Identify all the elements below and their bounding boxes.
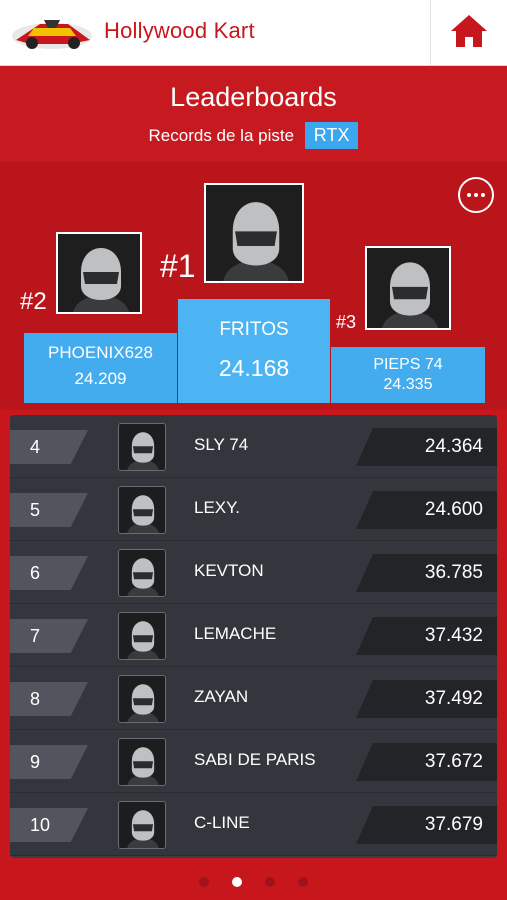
more-options-icon xyxy=(467,193,471,197)
row-name: SLY 74 xyxy=(194,435,249,454)
row-rank: 4 xyxy=(10,430,88,464)
table-row[interactable]: 7 LEMACHE 37.432 xyxy=(10,604,497,667)
helmet-avatar-icon xyxy=(118,549,166,597)
avatar-second[interactable] xyxy=(56,232,142,314)
podium-second-name: PHOENIX628 xyxy=(48,343,153,362)
row-rank: 8 xyxy=(10,682,88,716)
page-dot[interactable] xyxy=(198,877,209,887)
helmet-avatar-icon xyxy=(118,801,166,849)
table-row[interactable]: 5 LEXY. 24.600 xyxy=(10,478,497,541)
app-logo xyxy=(10,14,94,52)
table-row[interactable]: 9 SABI DE PARIS 37.672 xyxy=(10,730,497,793)
page-indicator xyxy=(0,872,507,891)
row-rank: 6 xyxy=(10,556,88,590)
podium-first-time: 24.168 xyxy=(218,355,290,381)
page-title: Leaderboards xyxy=(170,82,337,112)
helmet-avatar-icon xyxy=(118,486,166,534)
top-bar: Hollywood Kart xyxy=(0,0,507,66)
subtitle-row: Records de la piste RTX xyxy=(0,122,507,149)
app-title: Hollywood Kart xyxy=(104,18,255,43)
subtitle: Records de la piste xyxy=(148,126,295,145)
row-name: ZAYAN xyxy=(194,687,249,706)
helmet-avatar-icon xyxy=(118,738,166,786)
row-time: 37.679 xyxy=(356,806,497,844)
avatar-first[interactable] xyxy=(204,183,304,283)
home-button[interactable] xyxy=(430,0,507,66)
row-name: KEVTON xyxy=(194,561,264,580)
leaderboard-table: 4 SLY 74 24.364 5 LEXY. 24.600 6 KEVTON … xyxy=(10,415,497,858)
leaderboard-header: Leaderboards Records de la piste RTX xyxy=(0,66,507,162)
rank-second-label: #2 xyxy=(20,288,47,315)
row-time: 36.785 xyxy=(356,554,497,592)
row-rank: 10 xyxy=(10,808,88,842)
page-dot[interactable] xyxy=(298,877,309,887)
row-time: 37.492 xyxy=(356,680,497,718)
track-badge[interactable]: RTX xyxy=(304,122,359,149)
helmet-avatar-icon xyxy=(118,612,166,660)
table-row[interactable]: 6 KEVTON 36.785 xyxy=(10,541,497,604)
helmet-avatar-icon xyxy=(367,248,449,328)
row-name: SABI DE PARIS xyxy=(194,750,316,769)
row-name: LEMACHE xyxy=(194,624,277,643)
rank-third-label: #3 xyxy=(336,312,357,332)
row-time: 37.672 xyxy=(356,743,497,781)
row-time: 24.364 xyxy=(356,428,497,466)
helmet-avatar-icon xyxy=(58,234,140,312)
home-icon xyxy=(449,13,489,53)
podium-second[interactable]: PHOENIX628 24.209 xyxy=(24,333,177,403)
helmet-avatar-icon xyxy=(118,675,166,723)
podium-first-name: FRITOS xyxy=(219,319,289,340)
more-options-button[interactable] xyxy=(458,177,494,213)
page-dot[interactable] xyxy=(265,877,276,887)
row-name: C-LINE xyxy=(194,813,250,832)
row-rank: 7 xyxy=(10,619,88,653)
podium-third[interactable]: PIEPS 74 24.335 xyxy=(331,347,485,403)
row-time: 37.432 xyxy=(356,617,497,655)
podium-third-name: PIEPS 74 xyxy=(373,356,443,373)
rank-first-label: #1 xyxy=(160,248,196,284)
helmet-avatar-icon xyxy=(118,423,166,471)
more-dot xyxy=(481,193,485,197)
row-rank: 5 xyxy=(10,493,88,527)
helmet-avatar-icon xyxy=(206,185,302,281)
row-name: LEXY. xyxy=(194,498,241,517)
podium-first[interactable]: FRITOS 24.168 xyxy=(178,299,330,403)
avatar-third[interactable] xyxy=(365,246,451,330)
table-row[interactable]: 4 SLY 74 24.364 xyxy=(10,415,497,478)
podium-third-time: 24.335 xyxy=(383,376,433,393)
podium-second-time: 24.209 xyxy=(74,369,127,388)
more-dot xyxy=(474,193,478,197)
table-row[interactable]: 8 ZAYAN 37.492 xyxy=(10,667,497,730)
table-row[interactable]: 10 C-LINE 37.679 xyxy=(10,793,497,856)
row-time: 24.600 xyxy=(356,491,497,529)
page-dot-active[interactable] xyxy=(231,877,242,887)
row-rank: 9 xyxy=(10,745,88,779)
